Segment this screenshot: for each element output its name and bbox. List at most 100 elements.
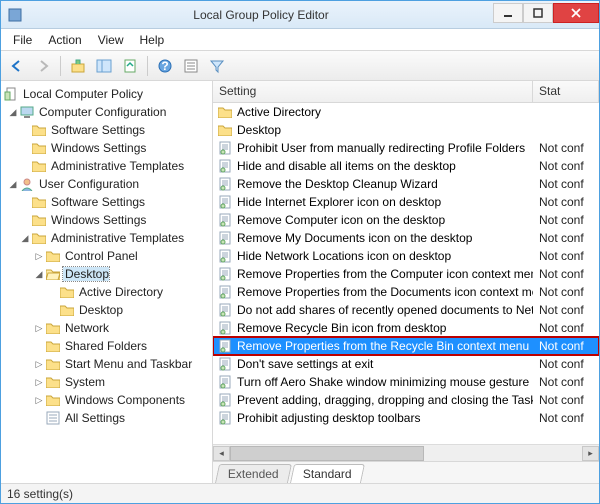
scroll-thumb[interactable] xyxy=(230,446,424,461)
settings-list-icon xyxy=(45,410,61,426)
expand-arrow-icon[interactable]: ◢ xyxy=(7,179,19,190)
setting-state: Not conf xyxy=(533,249,599,263)
folder-icon xyxy=(31,158,47,174)
tree-system[interactable]: ▷System xyxy=(1,373,212,391)
setting-state: Not conf xyxy=(533,141,599,155)
tree-root[interactable]: Local Computer Policy xyxy=(1,85,212,103)
tree-cc-windows[interactable]: Windows Settings xyxy=(1,139,212,157)
folder-icon xyxy=(31,140,47,156)
scroll-track[interactable] xyxy=(230,446,582,461)
maximize-button[interactable] xyxy=(523,3,553,23)
menu-view[interactable]: View xyxy=(90,31,132,49)
list-item[interactable]: Remove Properties from the Recycle Bin c… xyxy=(213,337,599,355)
expand-arrow-icon[interactable]: ◢ xyxy=(33,269,45,280)
collapse-arrow-icon[interactable]: ▷ xyxy=(33,377,45,388)
tree-desktop-desktop[interactable]: Desktop xyxy=(1,301,212,319)
filter-button[interactable] xyxy=(205,54,229,78)
folder-icon xyxy=(59,284,75,300)
settings-list[interactable]: Active DirectoryDesktop Prohibit User fro… xyxy=(213,103,599,444)
tree-control-panel[interactable]: ▷Control Panel xyxy=(1,247,212,265)
setting-state: Not conf xyxy=(533,159,599,173)
policy-icon xyxy=(217,356,233,372)
tree-uc-admin[interactable]: ◢Administrative Templates xyxy=(1,229,212,247)
tree-uc-windows[interactable]: Windows Settings xyxy=(1,211,212,229)
titlebar[interactable]: Local Group Policy Editor xyxy=(1,1,599,29)
tree-cc-admin[interactable]: Administrative Templates xyxy=(1,157,212,175)
setting-state: Not conf xyxy=(533,231,599,245)
list-item[interactable]: Remove the Desktop Cleanup WizardNot con… xyxy=(213,175,599,193)
menu-help[interactable]: Help xyxy=(132,31,173,49)
collapse-arrow-icon[interactable]: ▷ xyxy=(33,251,45,262)
column-headers: Setting Stat xyxy=(213,81,599,103)
tree-start-menu[interactable]: ▷Start Menu and Taskbar xyxy=(1,355,212,373)
setting-name: Remove Recycle Bin icon from desktop xyxy=(237,321,446,335)
minimize-button[interactable] xyxy=(493,3,523,23)
help-button[interactable]: ? xyxy=(153,54,177,78)
setting-name: Don't save settings at exit xyxy=(237,357,373,371)
list-item[interactable]: Remove Properties from the Documents ico… xyxy=(213,283,599,301)
list-item[interactable]: Turn off Aero Shake window minimizing mo… xyxy=(213,373,599,391)
setting-name: Prohibit User from manually redirecting … xyxy=(237,141,525,155)
tree-all-settings[interactable]: All Settings xyxy=(1,409,212,427)
list-item[interactable]: Remove Properties from the Computer icon… xyxy=(213,265,599,283)
tree-desktop[interactable]: ◢Desktop xyxy=(1,265,212,283)
up-button[interactable] xyxy=(66,54,90,78)
scroll-left-button[interactable]: ◂ xyxy=(213,446,230,461)
list-item[interactable]: Hide Network Locations icon on desktopNo… xyxy=(213,247,599,265)
expand-arrow-icon[interactable]: ◢ xyxy=(19,233,31,244)
tab-extended[interactable]: Extended xyxy=(215,464,292,483)
window-title: Local Group Policy Editor xyxy=(29,8,493,22)
tree-desktop-ad[interactable]: Active Directory xyxy=(1,283,212,301)
menu-file[interactable]: File xyxy=(5,31,40,49)
tree-uc-software[interactable]: Software Settings xyxy=(1,193,212,211)
list-item[interactable]: Don't save settings at exit Not conf xyxy=(213,355,599,373)
list-item[interactable]: Prohibit User from manually redirecting … xyxy=(213,139,599,157)
tree-computer-config[interactable]: ◢Computer Configuration xyxy=(1,103,212,121)
folder-icon xyxy=(31,194,47,210)
setting-name: Remove My Documents icon on the desktop xyxy=(237,231,472,245)
policy-icon xyxy=(217,392,233,408)
policy-icon xyxy=(217,140,233,156)
column-setting[interactable]: Setting xyxy=(213,81,533,102)
collapse-arrow-icon[interactable]: ▷ xyxy=(33,323,45,334)
horizontal-scrollbar[interactable]: ◂ ▸ xyxy=(213,444,599,461)
list-item[interactable]: Remove My Documents icon on the desktop N… xyxy=(213,229,599,247)
list-item[interactable]: Desktop xyxy=(213,121,599,139)
export-button[interactable] xyxy=(118,54,142,78)
policy-icon xyxy=(217,230,233,246)
folder-icon xyxy=(31,122,47,138)
back-button[interactable] xyxy=(5,54,29,78)
expand-arrow-icon[interactable]: ◢ xyxy=(7,107,19,118)
tree-shared-folders[interactable]: Shared Folders xyxy=(1,337,212,355)
collapse-arrow-icon[interactable]: ▷ xyxy=(33,395,45,406)
setting-state: Not conf xyxy=(533,321,599,335)
tree-network[interactable]: ▷Network xyxy=(1,319,212,337)
folder-icon xyxy=(45,374,61,390)
setting-name: Remove Properties from the Computer icon… xyxy=(237,267,533,281)
list-item[interactable]: Remove Recycle Bin icon from desktop Not … xyxy=(213,319,599,337)
tree-windows-components[interactable]: ▷Windows Components xyxy=(1,391,212,409)
close-button[interactable] xyxy=(553,3,599,23)
list-item[interactable]: Remove Computer icon on the desktopNot c… xyxy=(213,211,599,229)
list-item[interactable]: Prohibit adjusting desktop toolbarsNot c… xyxy=(213,409,599,427)
properties-button[interactable] xyxy=(179,54,203,78)
list-item[interactable]: Hide Internet Explorer icon on desktopNo… xyxy=(213,193,599,211)
scroll-right-button[interactable]: ▸ xyxy=(582,446,599,461)
toolbar-separator xyxy=(60,56,61,76)
list-item[interactable]: Active Directory xyxy=(213,103,599,121)
list-item[interactable]: Prevent adding, dragging, dropping and c… xyxy=(213,391,599,409)
console-tree[interactable]: Local Computer Policy ◢Computer Configur… xyxy=(1,81,213,483)
tab-standard[interactable]: Standard xyxy=(290,464,365,483)
tree-cc-software[interactable]: Software Settings xyxy=(1,121,212,139)
collapse-arrow-icon[interactable]: ▷ xyxy=(33,359,45,370)
setting-state: Not conf xyxy=(533,357,599,371)
list-item[interactable]: Do not add shares of recently opened doc… xyxy=(213,301,599,319)
forward-button[interactable] xyxy=(31,54,55,78)
column-state[interactable]: Stat xyxy=(533,81,599,102)
menu-action[interactable]: Action xyxy=(40,31,89,49)
setting-name: Prohibit adjusting desktop toolbars xyxy=(237,411,420,425)
policy-icon xyxy=(217,176,233,192)
list-item[interactable]: Hide and disable all items on the deskto… xyxy=(213,157,599,175)
tree-user-config[interactable]: ◢User Configuration xyxy=(1,175,212,193)
show-hide-tree-button[interactable] xyxy=(92,54,116,78)
